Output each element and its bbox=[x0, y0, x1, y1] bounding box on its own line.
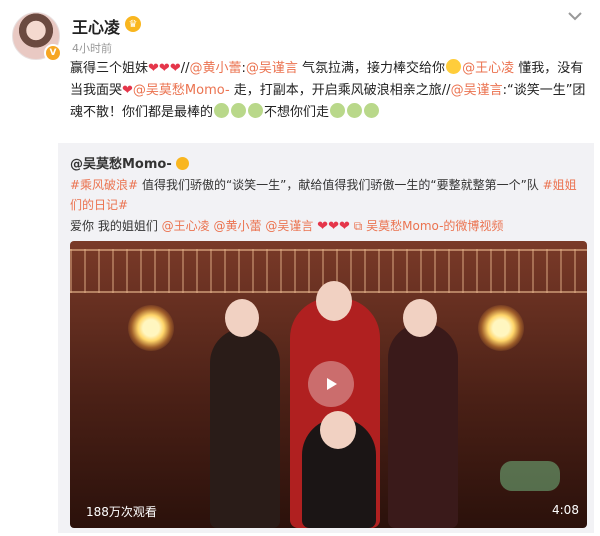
video-link-icon: ⧉ bbox=[353, 219, 363, 233]
performer bbox=[210, 328, 280, 528]
mention-link[interactable]: @黄小蕾 bbox=[213, 219, 261, 233]
performer-head bbox=[316, 281, 352, 321]
cry-emoji-icon bbox=[248, 103, 264, 118]
mention-link[interactable]: @吴谨言 bbox=[265, 219, 313, 233]
play-icon bbox=[327, 378, 337, 390]
heart-icon: ❤ bbox=[148, 61, 159, 76]
repost-card[interactable]: @吴莫愁Momo- #乘风破浪# 值得我们骄傲的“谈笑一生”，献给值得我们骄傲一… bbox=[58, 143, 594, 533]
verified-badge-icon: V bbox=[44, 44, 62, 62]
repost-text-2: 爱你 我的姐姐们 @王心凌 @黄小蕾 @吴谨言 ❤❤❤ ⧉ 吴莫愁Momo-的微… bbox=[70, 219, 504, 234]
laugh-emoji-icon bbox=[446, 59, 462, 74]
heart-icon: ❤ bbox=[169, 61, 181, 76]
post-text: 赢得三个姐妹❤❤❤//@黄小蕾:@吴谨言 气氛拉满，接力棒交给你 @王心凌 懂我，… bbox=[70, 59, 586, 120]
mention-link[interactable]: @王心凌 bbox=[462, 61, 514, 76]
play-button[interactable] bbox=[308, 361, 354, 407]
heart-icon: ❤ bbox=[317, 219, 329, 234]
post-time[interactable]: 4小时前 bbox=[72, 40, 112, 56]
stage-light bbox=[128, 305, 174, 351]
video-link[interactable]: ⧉ 吴莫愁Momo-的微博视频 bbox=[354, 219, 504, 233]
performer bbox=[388, 323, 458, 528]
sticker bbox=[500, 461, 560, 491]
cry-emoji-icon bbox=[347, 103, 363, 118]
post-username[interactable]: 王心凌 bbox=[72, 14, 120, 38]
heart-icon: ❤ bbox=[338, 219, 350, 234]
view-count: 188万次观看 bbox=[86, 505, 157, 519]
chevron-down-icon[interactable] bbox=[565, 6, 585, 26]
repost-username[interactable]: @吴莫愁Momo- bbox=[70, 153, 189, 172]
heart-icon: ❤ bbox=[158, 61, 170, 76]
cry-emoji-icon bbox=[364, 103, 380, 118]
repost-text: #乘风破浪# 值得我们骄傲的“谈笑一生”，献给值得我们骄傲一生的“要整就整第一个… bbox=[70, 178, 577, 212]
mention-link[interactable]: @吴莫愁Momo- bbox=[133, 83, 230, 98]
cry-emoji-icon bbox=[214, 103, 230, 118]
video-player[interactable]: 188万次观看 4:08 bbox=[70, 241, 587, 528]
mention-link[interactable]: @王心凌 bbox=[162, 219, 210, 233]
crown-icon bbox=[175, 157, 189, 170]
heart-icon: ❤ bbox=[122, 83, 133, 98]
cry-emoji-icon bbox=[330, 103, 346, 118]
hashtag[interactable]: #乘风破浪# bbox=[70, 178, 138, 192]
stage-light bbox=[478, 305, 524, 351]
cry-emoji-icon bbox=[231, 103, 247, 118]
crown-icon: ♛ bbox=[125, 16, 141, 32]
mention-link[interactable]: @吴谨言 bbox=[246, 61, 298, 76]
video-duration: 4:08 bbox=[552, 503, 579, 517]
mention-link[interactable]: @吴谨言 bbox=[451, 83, 503, 98]
performer-head bbox=[320, 411, 356, 449]
heart-icon: ❤ bbox=[328, 219, 339, 234]
mention-link[interactable]: @黄小蕾 bbox=[190, 61, 242, 76]
performer-head bbox=[403, 299, 437, 337]
performer-head bbox=[225, 299, 259, 337]
